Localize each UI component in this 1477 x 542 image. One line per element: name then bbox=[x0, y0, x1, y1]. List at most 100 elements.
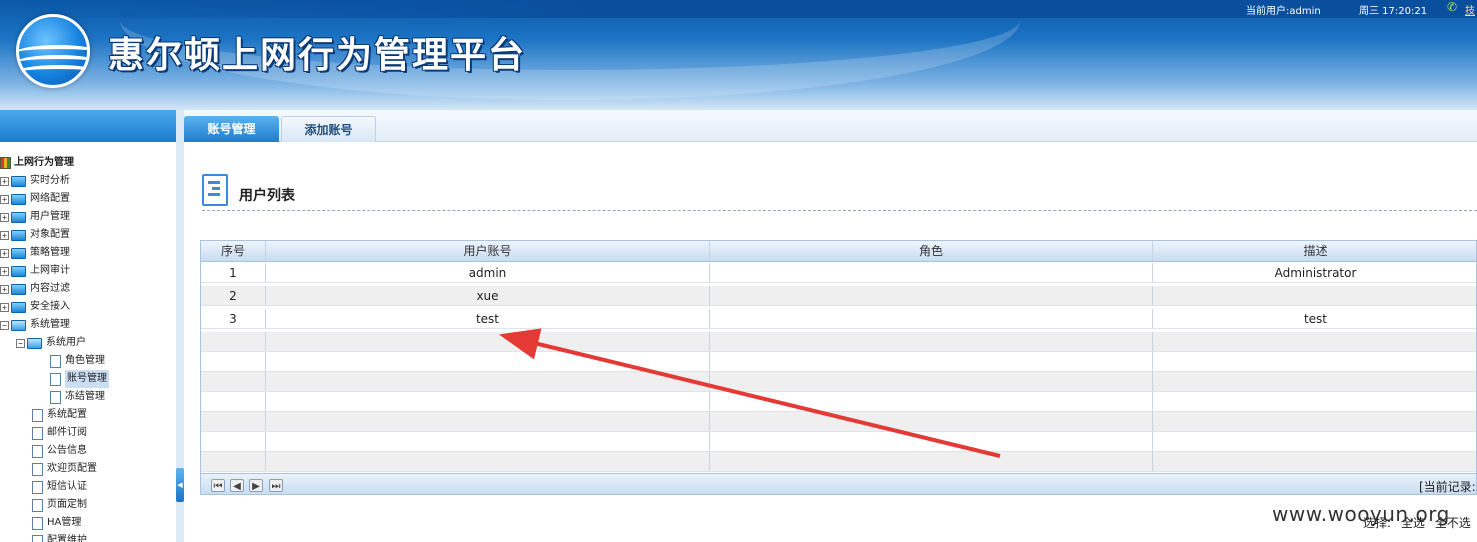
table-cell bbox=[1153, 286, 1476, 305]
sidebar-item-label: 对象配置 bbox=[30, 229, 70, 240]
table-row[interactable]: 1 admin Administrator bbox=[201, 263, 1476, 283]
sidebar-item-secure-access[interactable]: + 安全接入 bbox=[0, 298, 70, 316]
table-cell: Administrator bbox=[1274, 266, 1357, 280]
table-row-empty bbox=[201, 392, 1476, 412]
table-cell bbox=[710, 286, 1153, 305]
list-icon bbox=[202, 174, 228, 206]
sidebar-item-audit[interactable]: + 上网审计 bbox=[0, 262, 70, 280]
table-row-empty bbox=[201, 332, 1476, 352]
expand-icon[interactable]: + bbox=[0, 194, 9, 204]
page-icon bbox=[50, 372, 61, 386]
sidebar-item-filter[interactable]: + 内容过滤 bbox=[0, 280, 70, 298]
tree-root-label: 上网行为管理 bbox=[14, 157, 74, 168]
column-header-account[interactable]: 用户账号 bbox=[266, 241, 710, 261]
page-icon bbox=[32, 498, 43, 512]
table-cell: 1 bbox=[201, 263, 266, 282]
table-row-empty bbox=[201, 352, 1476, 372]
pagination-bar: ⏮ ◀ ▶ ⏭ [当前记录: bbox=[201, 473, 1476, 494]
expand-icon[interactable]: + bbox=[0, 266, 9, 276]
current-record-label: [当前记录: bbox=[1419, 480, 1476, 494]
collapse-icon[interactable]: − bbox=[16, 338, 25, 348]
expand-icon[interactable]: + bbox=[0, 212, 9, 222]
sidebar-item-ha-manage[interactable]: HA管理 bbox=[32, 514, 81, 532]
collapse-icon[interactable]: − bbox=[0, 320, 9, 330]
table-row[interactable]: 3 test test bbox=[201, 309, 1476, 329]
page-icon bbox=[50, 390, 61, 404]
logout-link[interactable]: 技 bbox=[1465, 2, 1475, 17]
page-icon bbox=[32, 462, 43, 476]
sidebar-item-system[interactable]: − 系统管理 bbox=[0, 316, 70, 334]
first-page-icon[interactable]: ⏮ bbox=[211, 479, 225, 492]
user-table: 序号 用户账号 角色 描述 1 admin Administrator 2 xu… bbox=[200, 240, 1477, 495]
sidebar-item-account-manage[interactable]: 账号管理 bbox=[50, 370, 109, 388]
page-icon bbox=[32, 408, 43, 422]
sidebar-item-label: 系统配置 bbox=[47, 409, 87, 420]
next-page-icon[interactable]: ▶ bbox=[249, 479, 263, 492]
folder-icon bbox=[11, 283, 26, 295]
page-icon bbox=[32, 426, 43, 440]
sidebar-item-config-maintain[interactable]: 配置维护 bbox=[32, 532, 87, 542]
sidebar-item-welcome-page[interactable]: 欢迎页配置 bbox=[32, 460, 97, 478]
sidebar-item-users[interactable]: + 用户管理 bbox=[0, 208, 70, 226]
select-all-link[interactable]: 全选 bbox=[1401, 516, 1425, 530]
tab-add-account[interactable]: 添加账号 bbox=[281, 116, 376, 142]
sidebar-item-label: 角色管理 bbox=[65, 355, 105, 366]
select-none-link[interactable]: 全不选 bbox=[1435, 516, 1471, 530]
table-cell bbox=[710, 309, 1153, 328]
sidebar-item-announcement[interactable]: 公告信息 bbox=[32, 442, 87, 460]
table-row-empty bbox=[201, 412, 1476, 432]
prev-page-icon[interactable]: ◀ bbox=[230, 479, 244, 492]
page-icon bbox=[32, 516, 43, 530]
folder-icon bbox=[11, 193, 26, 205]
sidebar-item-label: 页面定制 bbox=[47, 499, 87, 510]
sidebar-item-label: 策略管理 bbox=[30, 247, 70, 258]
table-cell: 2 bbox=[201, 286, 266, 305]
page-icon bbox=[50, 354, 61, 368]
page-icon bbox=[32, 444, 43, 458]
table-cell: admin bbox=[266, 263, 710, 282]
sidebar-item-label: 系统管理 bbox=[30, 319, 70, 330]
sidebar-item-label: 实时分析 bbox=[30, 175, 70, 186]
title-divider bbox=[202, 210, 1477, 211]
sidebar-item-label: 系统用户 bbox=[46, 337, 86, 348]
sidebar-item-page-custom[interactable]: 页面定制 bbox=[32, 496, 87, 514]
folder-icon bbox=[11, 301, 26, 313]
sidebar-item-realtime[interactable]: + 实时分析 bbox=[0, 172, 70, 190]
table-cell: test bbox=[1303, 312, 1328, 326]
expand-icon[interactable]: + bbox=[0, 302, 9, 312]
sidebar-item-system-users[interactable]: − 系统用户 bbox=[16, 334, 86, 352]
table-row[interactable]: 2 xue bbox=[201, 286, 1476, 306]
folder-icon bbox=[11, 229, 26, 241]
sidebar-item-objects[interactable]: + 对象配置 bbox=[0, 226, 70, 244]
folder-icon bbox=[11, 175, 26, 187]
column-header-description[interactable]: 描述 bbox=[1153, 241, 1476, 261]
table-cell: 3 bbox=[201, 309, 266, 328]
sidebar-item-network[interactable]: + 网络配置 bbox=[0, 190, 70, 208]
folder-icon bbox=[11, 265, 26, 277]
sidebar-item-sms-auth[interactable]: 短信认证 bbox=[32, 478, 87, 496]
column-header-index[interactable]: 序号 bbox=[201, 241, 266, 261]
tab-bar: 账号管理 添加账号 bbox=[184, 110, 1477, 142]
sidebar-collapse-handle[interactable]: ◀ bbox=[176, 468, 184, 502]
last-page-icon[interactable]: ⏭ bbox=[269, 479, 283, 492]
tab-account-manage[interactable]: 账号管理 bbox=[184, 116, 279, 142]
expand-icon[interactable]: + bbox=[0, 248, 9, 258]
sidebar-item-role-manage[interactable]: 角色管理 bbox=[50, 352, 105, 370]
sidebar-item-label: 账号管理 bbox=[65, 370, 109, 388]
expand-icon[interactable]: + bbox=[0, 176, 9, 186]
sidebar-item-label: 上网审计 bbox=[30, 265, 70, 276]
sidebar-item-label: 冻结管理 bbox=[65, 391, 105, 402]
column-header-role[interactable]: 角色 bbox=[710, 241, 1153, 261]
tree-root[interactable]: 上网行为管理 bbox=[0, 154, 74, 172]
sidebar-item-mail-subscribe[interactable]: 邮件订阅 bbox=[32, 424, 87, 442]
expand-icon[interactable]: + bbox=[0, 230, 9, 240]
sidebar-item-policy[interactable]: + 策略管理 bbox=[0, 244, 70, 262]
sidebar-item-label: 邮件订阅 bbox=[47, 427, 87, 438]
folder-icon bbox=[11, 247, 26, 259]
sidebar-item-system-config[interactable]: 系统配置 bbox=[32, 406, 87, 424]
header-banner: 惠尔顿上网行为管理平台 当前用户:admin 周三 17:20:21 ✆ 技 bbox=[0, 0, 1477, 112]
sidebar-item-freeze-manage[interactable]: 冻结管理 bbox=[50, 388, 105, 406]
expand-icon[interactable]: + bbox=[0, 284, 9, 294]
logo-icon bbox=[16, 14, 90, 88]
clock-label: 周三 17:20:21 bbox=[1359, 6, 1428, 17]
